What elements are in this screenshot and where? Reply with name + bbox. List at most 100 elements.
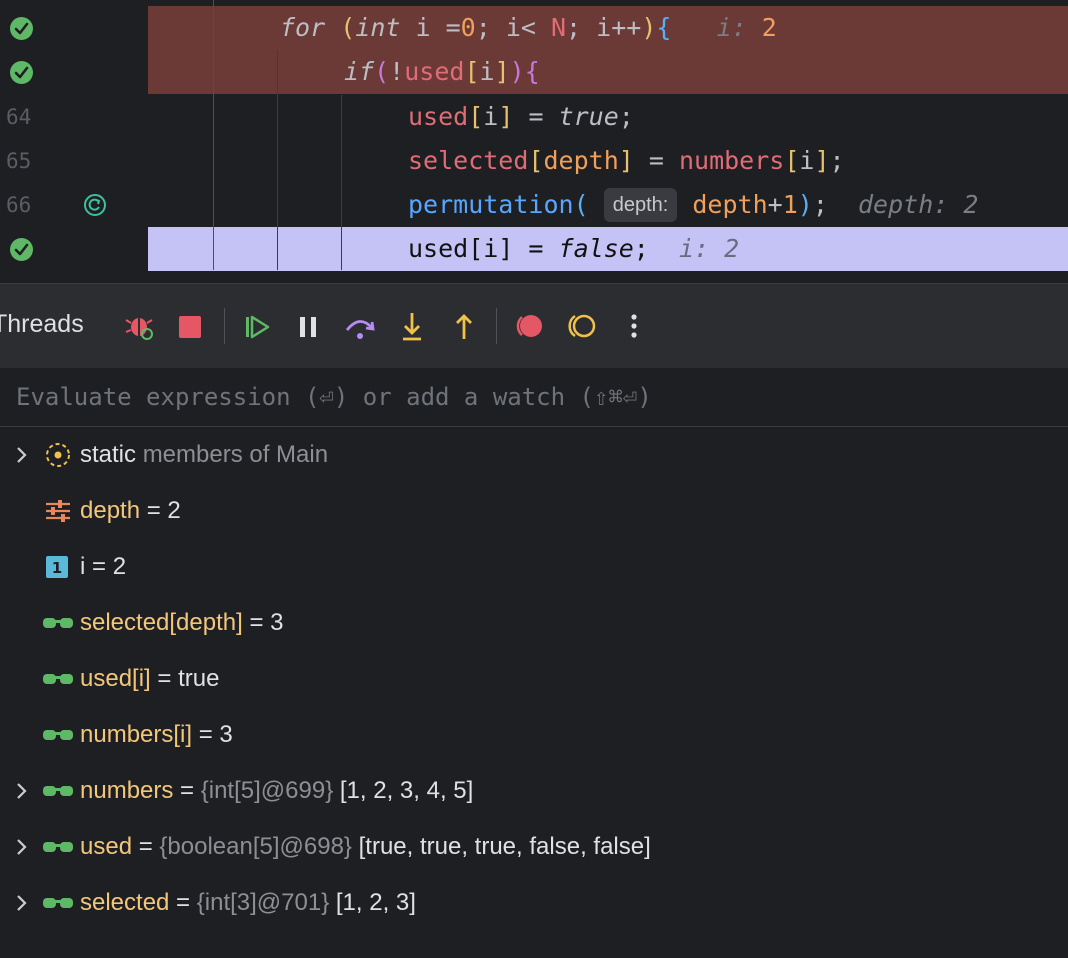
indent-guide [341, 95, 342, 270]
line-number: 65 [6, 149, 32, 173]
watch-glasses-icon [42, 833, 74, 861]
variable-row[interactable]: selected[depth] = 3 [0, 595, 1068, 651]
variable-value: 2 [112, 553, 127, 580]
inline-hint-label: i: [678, 234, 710, 263]
inline-hint-value: 2 [761, 13, 777, 42]
variable-row[interactable]: depth = 2 [0, 483, 1068, 539]
code-editor[interactable]: for (int i =0; i< N; i++){ i: 2 if(!used… [0, 0, 1068, 283]
variable-row[interactable]: numbers[i] = 3 [0, 707, 1068, 763]
mute-breakpoints-icon[interactable] [564, 308, 600, 344]
code-text: permutation( depth: depth+1); depth: 2 [408, 183, 978, 227]
inline-hint-value: 2 [724, 234, 740, 263]
variable-type: members of Main [142, 441, 329, 468]
variable-text: depth = 2 [80, 483, 181, 539]
evaluate-expression-bar [0, 368, 1068, 427]
variable-type: {int[3]@701} [196, 889, 336, 916]
chevron-right-icon[interactable] [12, 443, 32, 467]
variable-value: 2 [167, 497, 181, 524]
code-line[interactable]: 64 used[i] = true; [0, 95, 1068, 139]
step-into-icon[interactable] [394, 308, 430, 344]
code-text: selected[depth] = numbers[i]; [408, 146, 845, 175]
watch-glasses-icon [42, 665, 74, 693]
more-options-icon[interactable] [616, 308, 652, 344]
variable-value: 3 [270, 609, 284, 636]
code-line[interactable]: for (int i =0; i< N; i++){ i: 2 [0, 6, 1068, 50]
code-line[interactable]: 66 permutation( depth: depth+1); depth: … [0, 183, 1068, 227]
check-icon[interactable] [10, 61, 33, 84]
stop-icon[interactable] [172, 308, 208, 344]
toolbar-separator [224, 308, 225, 344]
step-out-icon[interactable] [446, 308, 482, 344]
resume-icon[interactable] [238, 308, 274, 344]
equals-sign: = [173, 777, 201, 804]
variable-text: i = 2 [80, 539, 126, 595]
variable-text: used = {boolean[5]@698} [true, true, tru… [80, 819, 651, 875]
variable-value: [1, 2, 3] [335, 889, 416, 916]
variable-name: used [80, 833, 133, 860]
code-line[interactable]: if(!used[i]){ [0, 50, 1068, 94]
parameter-icon [42, 497, 74, 525]
chevron-right-icon[interactable] [12, 891, 32, 915]
equals-sign: = [242, 609, 271, 636]
variable-row[interactable]: static members of Main [0, 427, 1068, 483]
variable-text: selected = {int[3]@701} [1, 2, 3] [80, 875, 416, 931]
view-breakpoints-icon[interactable] [512, 308, 548, 344]
line-number: 66 [6, 193, 32, 217]
variable-row[interactable]: selected = {int[3]@701} [1, 2, 3] [0, 875, 1068, 931]
code-line[interactable]: 65 selected[depth] = numbers[i]; [0, 139, 1068, 183]
variable-name: static [80, 441, 137, 468]
variable-value: [1, 2, 3, 4, 5] [339, 777, 474, 804]
code-text: for (int i =0; i< N; i++){ i: 2 [280, 13, 777, 42]
code-text: used[i] = false; i: 2 [408, 234, 740, 263]
evaluate-expression-input[interactable] [0, 368, 1068, 426]
variable-name: numbers[i] [80, 721, 193, 748]
inline-hint-label: i: [716, 13, 747, 42]
step-over-icon[interactable] [342, 308, 378, 344]
equals-sign: = [85, 553, 113, 580]
variable-row[interactable]: 1 i = 2 [0, 539, 1068, 595]
rerun-debug-icon[interactable] [122, 308, 158, 344]
variable-value: [true, true, true, false, false] [358, 833, 651, 860]
pause-icon[interactable] [290, 308, 326, 344]
variable-row[interactable]: used[i] = true [0, 651, 1068, 707]
watch-glasses-icon [42, 889, 74, 917]
chevron-right-icon[interactable] [12, 779, 32, 803]
variable-name: numbers [80, 777, 174, 804]
svg-text:1: 1 [52, 559, 62, 577]
check-icon[interactable] [10, 17, 33, 40]
variable-name: depth [80, 497, 141, 524]
variables-panel: static members of Main depth = 2 1 i = 2… [0, 427, 1068, 958]
recursive-call-icon[interactable] [84, 194, 106, 216]
variable-name: selected [80, 889, 170, 916]
chevron-right-icon[interactable] [12, 835, 32, 859]
variable-text: numbers = {int[5]@699} [1, 2, 3, 4, 5] [80, 763, 473, 819]
variable-type: {boolean[5]@698} [159, 833, 359, 860]
variable-type: {int[5]@699} [200, 777, 340, 804]
variable-text: numbers[i] = 3 [80, 707, 233, 763]
check-icon[interactable] [10, 238, 33, 261]
variable-name: used[i] [80, 665, 151, 692]
equals-sign: = [169, 889, 197, 916]
inline-hint-value: 2 [963, 190, 979, 219]
line-number: 64 [6, 105, 32, 129]
code-text: used[i] = true; [408, 102, 634, 131]
code-text: if(!used[i]){ [344, 57, 540, 86]
line-highlight [148, 50, 1068, 94]
watch-glasses-icon [42, 609, 74, 637]
current-execution-line[interactable]: used[i] = false; i: 2 [0, 227, 1068, 271]
indent-guide [277, 50, 278, 270]
watch-glasses-icon [42, 721, 74, 749]
equals-sign: = [132, 833, 160, 860]
watch-glasses-icon [42, 777, 74, 805]
variable-value: true [178, 665, 220, 692]
variable-text: static members of Main [80, 427, 328, 483]
variable-name: selected[depth] [80, 609, 243, 636]
equals-sign: = [192, 721, 220, 748]
primitive-int-icon: 1 [42, 553, 74, 581]
equals-sign: = [150, 665, 179, 692]
threads-tab[interactable]: Threads [0, 310, 84, 339]
variable-row[interactable]: used = {boolean[5]@698} [true, true, tru… [0, 819, 1068, 875]
variable-row[interactable]: numbers = {int[5]@699} [1, 2, 3, 4, 5] [0, 763, 1068, 819]
static-members-icon [42, 441, 74, 469]
variable-value: 3 [219, 721, 233, 748]
